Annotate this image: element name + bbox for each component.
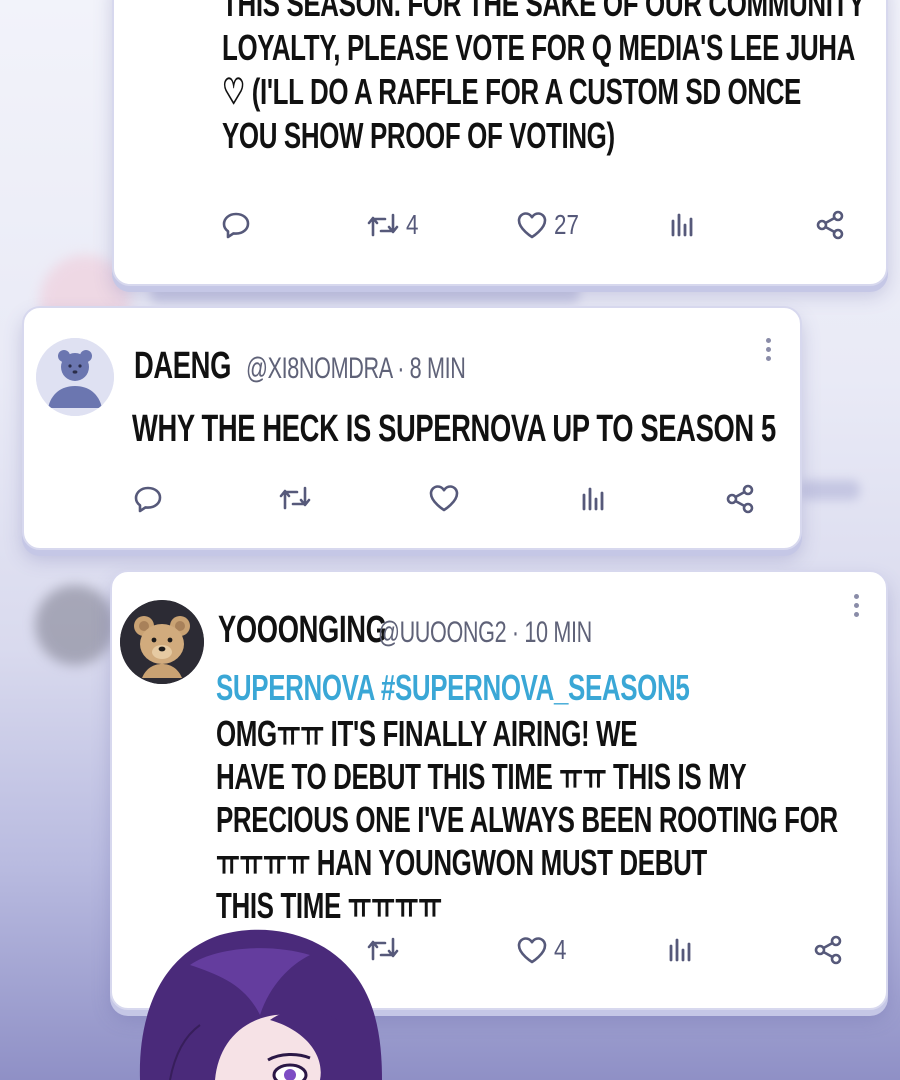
more-icon-dot — [766, 347, 771, 352]
retweet-button[interactable]: 4 — [366, 209, 422, 241]
like-count: 27 — [554, 209, 579, 240]
post-body-line: YOU SHOW PROOF OF VOTING) — [222, 115, 615, 156]
post-card-2[interactable]: DAENG @XI8NOMDRA · 8 MIN WHY THE HECK IS… — [22, 306, 802, 550]
post-body: THIS SEASON. FOR THE SAKE OF OUR COMMUNI… — [222, 0, 900, 158]
background-blur-bar — [800, 480, 860, 500]
reply-button[interactable] — [220, 209, 252, 241]
more-icon-dot — [766, 356, 771, 361]
stats-button[interactable] — [668, 209, 696, 239]
reply-icon — [134, 486, 162, 513]
retweet-icon — [279, 486, 311, 510]
post-body-line: PRECIOUS ONE I'VE ALWAYS BEEN ROOTING FO… — [216, 799, 838, 840]
heart-icon — [517, 212, 547, 239]
post-body-line: HAVE TO DEBUT THIS TIME ㅠㅠ THIS IS MY — [216, 756, 747, 797]
like-count: 4 — [554, 934, 567, 965]
post-body-line: THIS SEASON. FOR THE SAKE OF OUR COMMUNI… — [222, 0, 865, 24]
avatar[interactable] — [36, 338, 114, 416]
avatar[interactable] — [120, 600, 204, 684]
heart-icon — [429, 485, 459, 512]
stats-icon — [671, 213, 693, 237]
character-illustration — [139, 929, 382, 1080]
reply-button[interactable] — [132, 483, 164, 515]
heart-icon — [517, 937, 547, 964]
post-body: OMGㅠㅠ IT'S FINALLY AIRING! WE HAVE TO DE… — [216, 712, 900, 927]
author-name[interactable]: DAENG — [134, 344, 231, 388]
teddy-bear-avatar-icon — [120, 600, 204, 684]
author-handle-time: @XI8NOMDRA · 8 MIN — [246, 352, 466, 385]
stats-button[interactable] — [579, 483, 607, 513]
share-icon — [726, 484, 754, 514]
like-button[interactable] — [428, 483, 460, 513]
background-blur-bar — [150, 285, 580, 303]
share-button[interactable] — [814, 209, 846, 241]
share-icon — [816, 210, 844, 240]
post-header: YOOONGING @UUOONG2 · 10 MIN — [218, 608, 675, 655]
share-button[interactable] — [724, 483, 756, 515]
more-icon — [766, 338, 771, 343]
post-header: DAENG @XI8NOMDRA · 8 MIN — [134, 344, 551, 391]
retweet-icon — [367, 213, 399, 237]
post-body-line: LOYALTY, PLEASE VOTE FOR Q MEDIA'S LEE J… — [222, 27, 856, 68]
action-bar — [24, 483, 800, 523]
post-hashtags[interactable]: SUPERNOVA #SUPERNOVA_SEASON5 — [216, 666, 690, 710]
stats-icon — [582, 487, 604, 511]
share-icon — [814, 935, 842, 965]
more-button[interactable] — [854, 594, 862, 621]
retweet-button[interactable] — [278, 483, 312, 513]
post-body-line: ㅠㅠㅠㅠ HAN YOUNGWON MUST DEBUT — [216, 842, 707, 883]
share-button[interactable] — [812, 934, 844, 966]
background-blur-avatar — [35, 585, 115, 665]
post-body: WHY THE HECK IS SUPERNOVA UP TO SEASON 5 — [132, 408, 776, 450]
like-button[interactable]: 4 — [516, 934, 570, 966]
post-card-1[interactable]: THIS SEASON. FOR THE SAKE OF OUR COMMUNI… — [112, 0, 888, 286]
author-name[interactable]: YOOONGING — [218, 608, 387, 652]
more-icon-dot — [854, 603, 859, 608]
action-bar: 4 27 — [114, 209, 886, 249]
more-icon-dot — [854, 612, 859, 617]
reply-icon — [222, 212, 250, 239]
like-button[interactable]: 27 — [516, 209, 585, 241]
author-handle-time: @UUOONG2 · 10 MIN — [378, 616, 592, 649]
post-body-line: ♡ (I'LL DO A RAFFLE FOR A CUSTOM SD ONCE — [222, 71, 801, 112]
more-button[interactable] — [766, 338, 774, 365]
post-body-line: THIS TIME ㅠㅠㅠㅠ — [216, 885, 442, 926]
retweet-count: 4 — [406, 209, 419, 240]
post-body-line: OMGㅠㅠ IT'S FINALLY AIRING! WE — [216, 713, 638, 754]
stats-button[interactable] — [666, 934, 694, 964]
more-icon — [854, 594, 859, 599]
stats-icon — [669, 938, 691, 962]
bear-avatar-icon — [36, 338, 114, 416]
